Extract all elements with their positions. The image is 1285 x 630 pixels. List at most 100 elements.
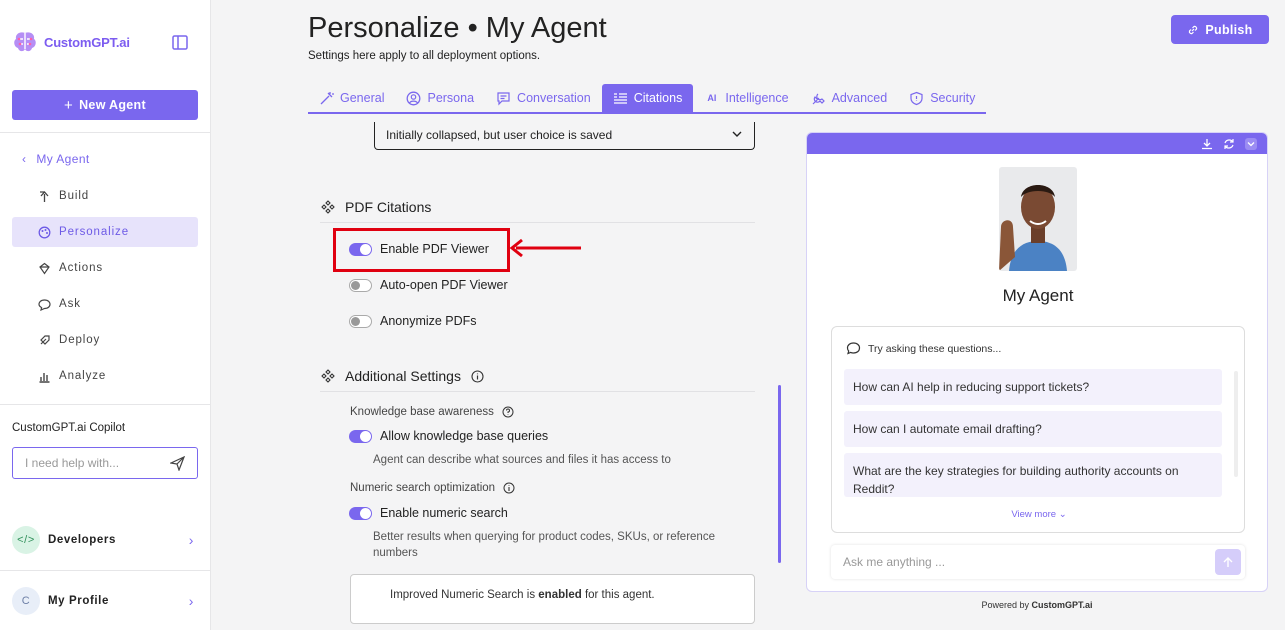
anonymize-pdfs-toggle[interactable] <box>349 314 372 328</box>
chevron-right-icon: › <box>188 593 194 609</box>
nav-item-deploy[interactable]: Deploy <box>12 325 198 355</box>
send-icon[interactable] <box>170 455 185 471</box>
red-arrow-annotation <box>509 238 581 258</box>
my-profile-label: My Profile <box>48 595 109 607</box>
tab-general[interactable]: General <box>308 84 395 112</box>
nav-label-ask: Ask <box>59 298 81 310</box>
section-title: PDF Citations <box>345 199 432 215</box>
powered-brand[interactable]: CustomGPT.ai <box>1032 600 1093 610</box>
sidebar-toggle-icon[interactable] <box>172 35 188 50</box>
tab-label: Citations <box>633 91 683 105</box>
enable-numeric-toggle[interactable] <box>349 506 372 520</box>
settings-tabs: General Persona Conversation Citations A… <box>308 84 987 114</box>
suggested-question[interactable]: How can I automate email drafting? <box>844 411 1222 447</box>
nav-item-actions[interactable]: Actions <box>12 253 198 283</box>
info-icon[interactable] <box>503 482 515 494</box>
help-icon[interactable] <box>502 406 514 418</box>
send-message-button[interactable] <box>1215 549 1241 575</box>
nav-item-analyze[interactable]: Analyze <box>12 361 198 391</box>
pdf-citations-header: PDF Citations <box>321 199 431 215</box>
auto-open-pdf-toggle[interactable] <box>349 278 372 292</box>
info-icon[interactable] <box>471 369 484 383</box>
nav-label-analyze: Analyze <box>59 370 107 382</box>
nav-label-personalize: Personalize <box>59 226 129 238</box>
divider <box>320 222 755 223</box>
divider <box>0 132 210 133</box>
view-more-label: View more <box>1011 509 1057 520</box>
tab-persona[interactable]: Persona <box>395 84 485 112</box>
tab-intelligence[interactable]: AI Intelligence <box>693 84 799 112</box>
tab-label: Security <box>930 91 976 105</box>
link-icon <box>1189 25 1198 34</box>
plus-icon: + <box>64 96 74 114</box>
nav-label-build: Build <box>59 190 90 202</box>
additional-settings-header: Additional Settings <box>321 368 484 384</box>
settings-scrollbar[interactable] <box>778 385 781 563</box>
auto-open-pdf-row[interactable]: Auto-open PDF Viewer <box>349 278 508 292</box>
suggested-question[interactable]: What are the key strategies for building… <box>844 453 1222 497</box>
chevron-left-icon: ‹ <box>22 152 27 166</box>
anonymize-pdfs-row[interactable]: Anonymize PDFs <box>349 314 477 328</box>
build-icon <box>40 190 49 202</box>
developers-link[interactable]: </> Developers › <box>12 526 198 554</box>
nav-item-personalize[interactable]: Personalize <box>12 217 198 247</box>
setting-label: Knowledge base awareness <box>350 406 494 418</box>
download-icon[interactable] <box>1201 138 1213 150</box>
message-icon <box>497 91 510 105</box>
tab-security[interactable]: Security <box>898 84 986 112</box>
suggested-questions-card: Try asking these questions... How can AI… <box>831 326 1245 533</box>
agent-preview: My Agent Try asking these questions... H… <box>806 132 1268 592</box>
tab-advanced[interactable]: Advanced <box>800 84 899 112</box>
chat-bubble-icon <box>846 342 861 355</box>
powered-by: Powered by CustomGPT.ai <box>806 600 1268 610</box>
citation-display-select[interactable]: Initially collapsed, but user choice is … <box>374 122 755 150</box>
sidebar: CustomGPT.ai + New Agent ‹ My Agent Buil… <box>0 0 211 630</box>
toggle-label: Enable numeric search <box>380 506 508 520</box>
highlight-box <box>333 228 510 272</box>
arrow-up-icon <box>1223 557 1233 567</box>
nav-label-actions: Actions <box>59 262 104 274</box>
chevron-down-icon[interactable] <box>1245 137 1257 150</box>
info-text-prefix: Improved Numeric Search is <box>390 589 539 601</box>
toggle-label: Auto-open PDF Viewer <box>380 278 508 292</box>
kb-awareness-label: Knowledge base awareness <box>350 406 514 418</box>
my-profile-link[interactable]: C My Profile › <box>12 587 198 615</box>
info-text-suffix: for this agent. <box>581 589 655 601</box>
wand-icon <box>320 91 334 104</box>
chat-input[interactable]: Ask me anything ... <box>831 545 1245 579</box>
logo[interactable]: CustomGPT.ai <box>12 30 130 54</box>
shield-icon <box>910 91 923 105</box>
nav-label-deploy: Deploy <box>59 334 101 346</box>
new-agent-button[interactable]: + New Agent <box>12 90 198 120</box>
toggle-label: Anonymize PDFs <box>380 314 477 328</box>
logo-text: CustomGPT.ai <box>44 34 130 50</box>
questions-scrollbar[interactable] <box>1234 371 1238 477</box>
publish-button[interactable]: Publish <box>1171 15 1269 44</box>
tab-label: Conversation <box>517 91 591 105</box>
chart-icon <box>39 372 50 383</box>
avatar: C <box>12 587 40 615</box>
enable-numeric-row[interactable]: Enable numeric search <box>349 506 508 520</box>
numeric-info-box: Improved Numeric Search is enabled for t… <box>350 574 755 624</box>
chevron-right-icon: › <box>188 532 194 548</box>
copilot-input[interactable]: I need help with... <box>12 447 198 479</box>
tab-conversation[interactable]: Conversation <box>485 84 602 112</box>
move-icon <box>321 200 335 214</box>
nav-item-ask[interactable]: Ask <box>12 289 198 319</box>
tab-citations[interactable]: Citations <box>601 84 694 112</box>
back-to-agent-link[interactable]: ‹ My Agent <box>22 152 90 166</box>
new-agent-label: New Agent <box>79 98 146 112</box>
allow-kb-toggle[interactable] <box>349 429 372 443</box>
divider <box>320 391 755 392</box>
code-icon: </> <box>12 526 40 554</box>
tab-label: Intelligence <box>725 91 789 105</box>
allow-kb-row[interactable]: Allow knowledge base queries <box>349 429 548 443</box>
tools-icon <box>812 93 825 104</box>
nav-item-build[interactable]: Build <box>12 181 198 211</box>
suggested-question[interactable]: How can AI help in reducing support tick… <box>844 369 1222 405</box>
refresh-icon[interactable] <box>1223 138 1235 150</box>
view-more-link[interactable]: View more ⌄ <box>832 509 1246 520</box>
preview-toolbar <box>807 133 1267 154</box>
copilot-title: CustomGPT.ai Copilot <box>12 422 126 434</box>
ai-icon: AI <box>707 93 717 103</box>
